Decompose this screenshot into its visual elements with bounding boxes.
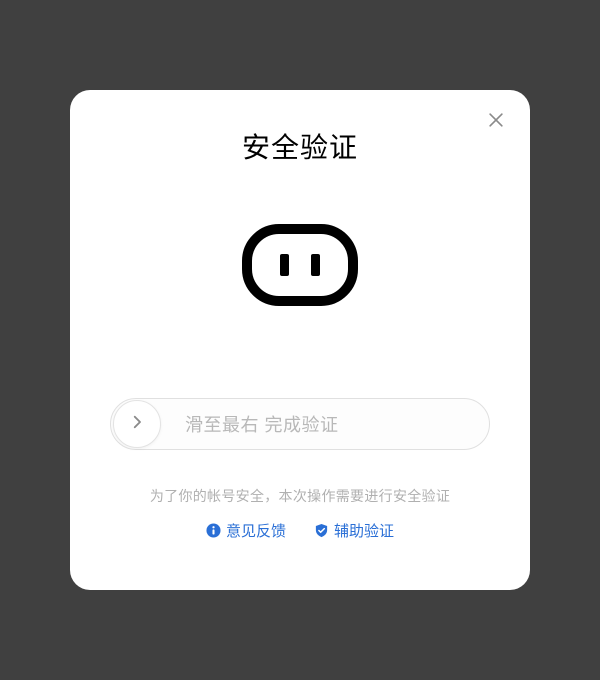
assist-verify-link-label: 辅助验证 <box>334 520 394 541</box>
slider-instruction: 滑至最右 完成验证 <box>185 411 339 437</box>
info-icon <box>206 523 221 538</box>
slider-handle[interactable] <box>113 400 161 448</box>
assist-verify-link[interactable]: 辅助验证 <box>314 520 394 541</box>
feedback-link[interactable]: 意见反馈 <box>206 520 286 541</box>
slider-track[interactable]: 滑至最右 完成验证 <box>110 398 490 450</box>
feedback-link-label: 意见反馈 <box>226 520 286 541</box>
security-verification-modal: 安全验证 滑至最右 完成验证 为了你的帐号安全，本次操作需要进行安全验证 <box>70 90 530 590</box>
modal-title: 安全验证 <box>242 126 358 166</box>
close-icon <box>486 110 506 135</box>
security-hint: 为了你的帐号安全，本次操作需要进行安全验证 <box>150 486 450 506</box>
chevron-right-icon <box>128 413 146 436</box>
close-button[interactable] <box>484 110 508 134</box>
shield-check-icon <box>314 523 329 538</box>
face-icon <box>242 224 358 306</box>
footer-links: 意见反馈 辅助验证 <box>206 520 394 541</box>
